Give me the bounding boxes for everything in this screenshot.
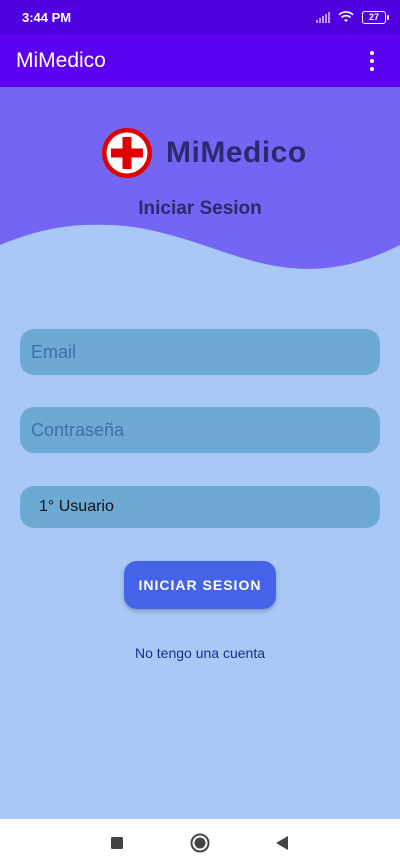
navigation-bar: [0, 819, 400, 867]
user-type-value: 1° Usuario: [39, 498, 114, 515]
status-bar: 3:44 PM 27: [0, 0, 400, 34]
password-input[interactable]: [20, 407, 380, 453]
user-type-select[interactable]: 1° Usuario: [20, 486, 380, 528]
recent-apps-icon[interactable]: [97, 819, 137, 867]
logo-text: MiMedico: [166, 136, 307, 169]
app-bar: MiMedico: [0, 34, 400, 87]
signal-icon: [316, 11, 330, 23]
back-icon[interactable]: [262, 819, 302, 867]
header-wave: [0, 87, 400, 269]
login-button[interactable]: INICIAR SESION: [124, 561, 276, 609]
email-field-container: [20, 329, 380, 375]
register-link[interactable]: No tengo una cuenta: [0, 645, 400, 661]
page-subtitle: Iniciar Sesion: [138, 198, 262, 219]
wifi-icon: [338, 11, 354, 22]
battery-icon: 27: [362, 10, 389, 24]
app-logo: MiMedico: [100, 126, 307, 180]
status-time: 3:44 PM: [22, 9, 72, 25]
red-cross-icon: [102, 128, 152, 178]
email-input[interactable]: [20, 329, 380, 375]
home-icon[interactable]: [180, 819, 220, 867]
status-icons: 27: [316, 10, 389, 24]
more-vert-icon[interactable]: [360, 41, 384, 81]
app-title: MiMedico: [16, 48, 106, 72]
password-field-container: [20, 407, 380, 453]
battery-level: 27: [368, 11, 379, 22]
